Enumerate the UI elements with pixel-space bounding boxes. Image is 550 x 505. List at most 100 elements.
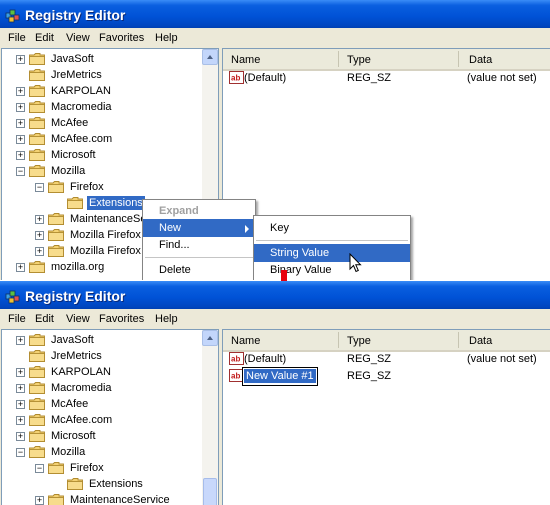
submenu-arrow-icon bbox=[245, 225, 249, 233]
folder-icon bbox=[48, 181, 64, 193]
value-type: REG_SZ bbox=[347, 353, 392, 365]
folder-icon bbox=[29, 149, 45, 161]
expander-icon[interactable]: + bbox=[16, 416, 25, 425]
menu-help[interactable]: Help bbox=[155, 31, 178, 45]
column-headers: Name Type Data bbox=[223, 330, 550, 352]
expander-icon[interactable]: + bbox=[35, 496, 44, 505]
menu-view[interactable]: View bbox=[66, 312, 90, 326]
expander-icon[interactable]: + bbox=[16, 103, 25, 112]
folder-icon bbox=[48, 462, 64, 474]
column-data[interactable]: Data bbox=[469, 53, 492, 67]
menu-separator bbox=[256, 240, 408, 241]
tree-node-label: MaintenanceSe bbox=[70, 213, 147, 225]
context-menu: Expand New Find... Delete bbox=[142, 199, 256, 280]
column-divider[interactable] bbox=[458, 332, 459, 348]
expander-icon[interactable]: + bbox=[16, 384, 25, 393]
menu-edit[interactable]: Edit bbox=[35, 31, 54, 45]
string-value-icon: ab bbox=[229, 352, 244, 365]
menu-edit[interactable]: Edit bbox=[35, 312, 54, 326]
expander-icon[interactable]: + bbox=[16, 336, 25, 345]
menu-new[interactable]: New bbox=[143, 219, 255, 237]
expander-icon[interactable]: − bbox=[16, 448, 25, 457]
expander-icon[interactable]: − bbox=[35, 464, 44, 473]
registry-icon bbox=[5, 290, 20, 304]
folder-icon bbox=[29, 101, 45, 113]
value-data: (value not set) bbox=[467, 353, 537, 365]
tree-node-label: McAfee bbox=[51, 117, 89, 129]
expander-icon[interactable]: + bbox=[16, 432, 25, 441]
expander-icon[interactable]: + bbox=[16, 263, 25, 272]
tree-node-label: Mozilla Firefox bbox=[70, 245, 141, 257]
scroll-up-button[interactable] bbox=[202, 49, 218, 65]
column-type[interactable]: Type bbox=[347, 334, 371, 348]
column-headers: Name Type Data bbox=[223, 49, 550, 71]
value-type: REG_SZ bbox=[347, 370, 392, 382]
tree-node-label: Macromedia bbox=[51, 101, 112, 113]
menu-favorites[interactable]: Favorites bbox=[99, 31, 144, 45]
values-list[interactable]: Name Type Data ab (Default) REG_SZ (valu… bbox=[222, 329, 550, 505]
column-name[interactable]: Name bbox=[231, 334, 260, 348]
menu-expand[interactable]: Expand bbox=[143, 202, 255, 220]
expander-icon[interactable]: + bbox=[16, 119, 25, 128]
title-bar[interactable]: Registry Editor bbox=[0, 0, 550, 30]
expander-icon[interactable]: + bbox=[16, 55, 25, 64]
menu-help[interactable]: Help bbox=[155, 312, 178, 326]
tree-scrollbar[interactable] bbox=[202, 330, 218, 505]
folder-icon bbox=[48, 229, 64, 241]
expander-icon[interactable]: + bbox=[35, 247, 44, 256]
key-tree[interactable]: + JavaSoft JreMetrics + KARPOLAN + Macromedia +… bbox=[1, 329, 219, 505]
folder-icon bbox=[29, 350, 45, 362]
scroll-thumb[interactable] bbox=[203, 478, 217, 505]
expander-icon[interactable]: + bbox=[16, 151, 25, 160]
tree-node-label: Extensions bbox=[87, 196, 145, 210]
expander-icon[interactable]: + bbox=[35, 215, 44, 224]
submenu-key[interactable]: Key bbox=[254, 219, 410, 237]
expander-icon[interactable]: + bbox=[16, 135, 25, 144]
rename-edit-box[interactable]: New Value #1 bbox=[242, 367, 318, 386]
folder-icon bbox=[29, 382, 45, 394]
svg-text:ab: ab bbox=[231, 74, 240, 83]
string-value-icon: ab bbox=[229, 71, 244, 84]
menu-bar: File Edit View Favorites Help bbox=[0, 28, 550, 48]
column-divider[interactable] bbox=[338, 332, 339, 348]
folder-icon bbox=[29, 366, 45, 378]
expander-icon[interactable]: − bbox=[16, 167, 25, 176]
menu-favorites[interactable]: Favorites bbox=[99, 312, 144, 326]
registry-editor-window-top: Registry Editor File Edit View Favorites… bbox=[0, 0, 550, 280]
menu-view[interactable]: View bbox=[66, 31, 90, 45]
folder-icon bbox=[29, 165, 45, 177]
value-row-new[interactable]: ab New Value #1 REG_SZ bbox=[223, 367, 550, 386]
value-name: (Default) bbox=[244, 72, 287, 84]
column-divider[interactable] bbox=[458, 51, 459, 67]
svg-text:ab: ab bbox=[231, 372, 240, 381]
column-type[interactable]: Type bbox=[347, 53, 371, 67]
submenu-string-value[interactable]: String Value bbox=[254, 244, 410, 262]
column-name[interactable]: Name bbox=[231, 53, 260, 67]
column-divider[interactable] bbox=[338, 51, 339, 67]
tree-node-label: Macromedia bbox=[51, 382, 112, 394]
value-data: (value not set) bbox=[467, 72, 537, 84]
tree-node-label: JreMetrics bbox=[51, 69, 102, 81]
menu-find[interactable]: Find... bbox=[143, 236, 255, 254]
value-row[interactable]: ab (Default) REG_SZ (value not set) bbox=[223, 70, 550, 86]
tree-node-label: Microsoft bbox=[51, 149, 96, 161]
expander-icon[interactable]: − bbox=[35, 183, 44, 192]
scroll-up-button[interactable] bbox=[202, 330, 218, 346]
menu-file[interactable]: File bbox=[8, 31, 26, 45]
tree-node-label: mozilla.org bbox=[51, 261, 105, 273]
menu-separator bbox=[145, 257, 253, 258]
column-data[interactable]: Data bbox=[469, 334, 492, 348]
title-bar[interactable]: Registry Editor bbox=[0, 281, 550, 311]
window-title: Registry Editor bbox=[25, 7, 126, 23]
menu-file[interactable]: File bbox=[8, 312, 26, 326]
expander-icon[interactable]: + bbox=[16, 87, 25, 96]
tree-node-label: MaintenanceService bbox=[70, 494, 170, 505]
expander-icon[interactable]: + bbox=[16, 368, 25, 377]
folder-icon bbox=[67, 478, 83, 490]
expander-icon[interactable]: + bbox=[16, 400, 25, 409]
folder-icon bbox=[29, 398, 45, 410]
value-row[interactable]: ab (Default) REG_SZ (value not set) bbox=[223, 351, 550, 367]
menu-delete[interactable]: Delete bbox=[143, 261, 255, 279]
expander-icon[interactable]: + bbox=[35, 231, 44, 240]
tree-node-label: Mozilla bbox=[51, 446, 86, 458]
